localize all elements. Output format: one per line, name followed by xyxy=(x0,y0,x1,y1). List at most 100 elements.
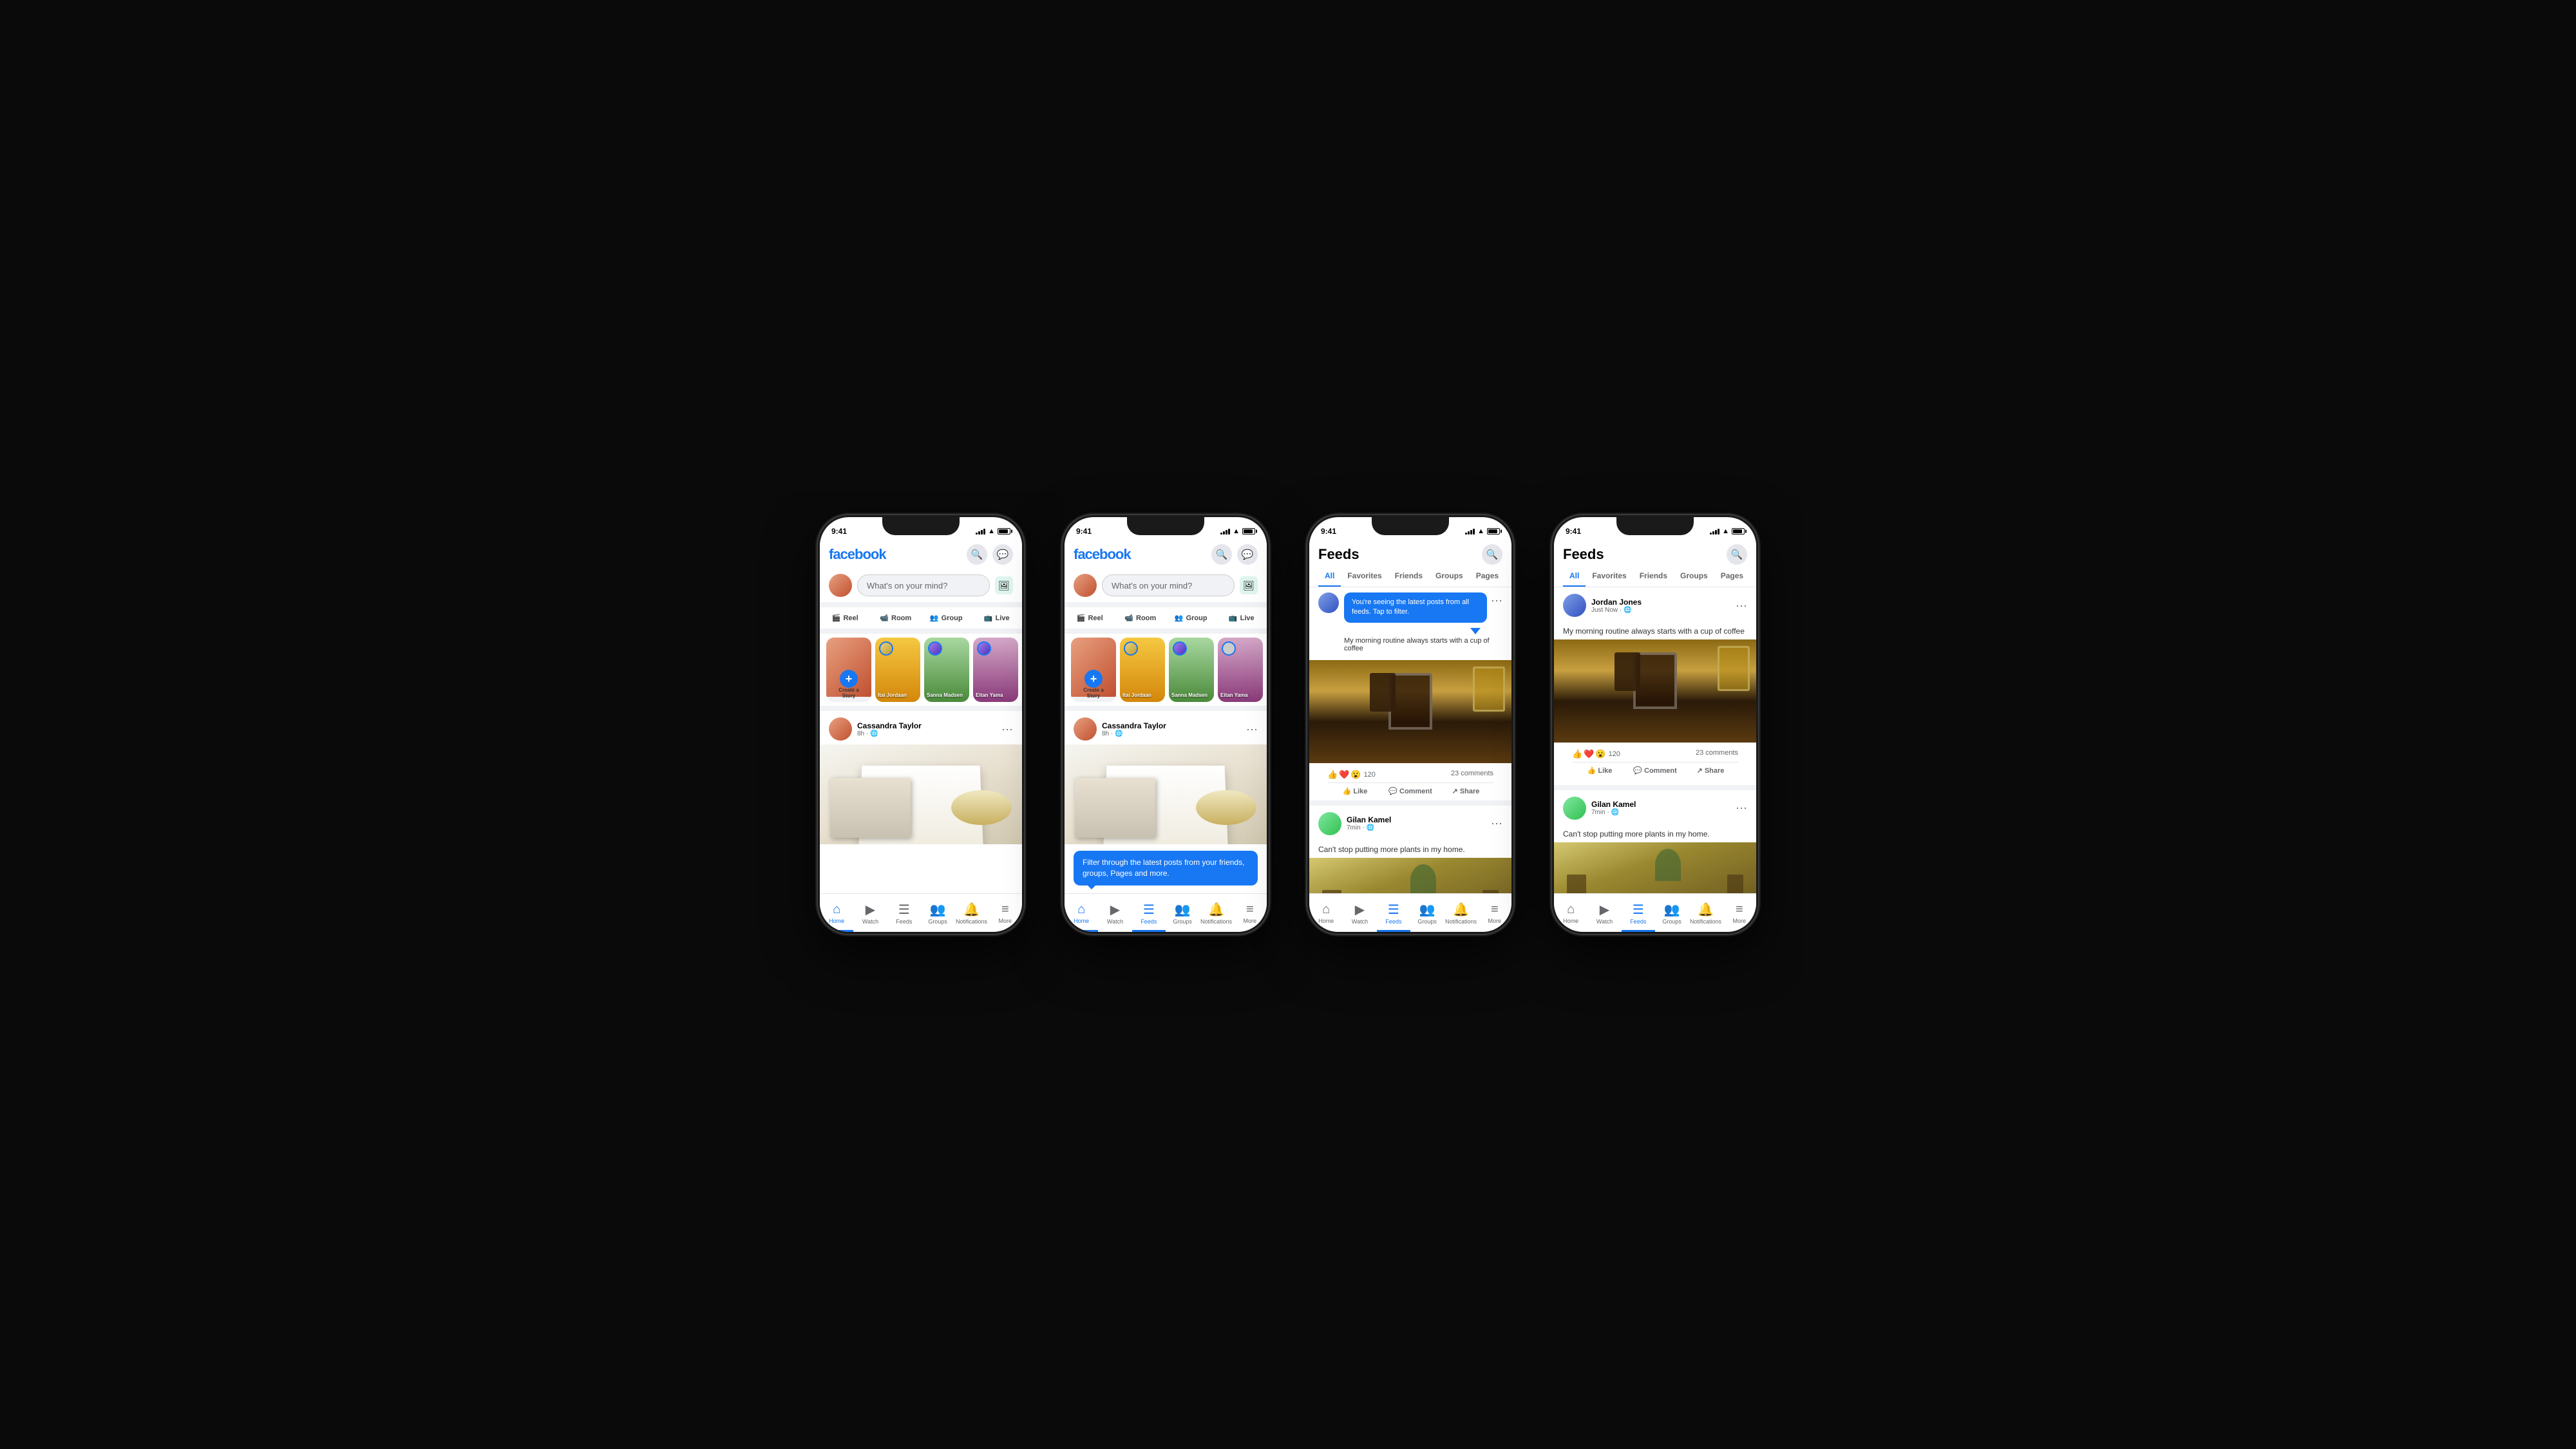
wifi-icon-1: ▲ xyxy=(988,527,995,535)
story-itai-2[interactable]: Itai Jordaan xyxy=(1120,638,1165,702)
photo-button-1[interactable]: 🖼 xyxy=(995,576,1013,594)
nav-more-label-2: More xyxy=(1244,918,1257,924)
story-avatar-sanna-1 xyxy=(928,641,942,656)
watch-icon-2: ▶ xyxy=(1110,902,1120,918)
nav-notifications-1[interactable]: 🔔 Notifications xyxy=(954,894,988,932)
room-btn-2[interactable]: 📹Room xyxy=(1115,610,1166,626)
post-more-gilan-4[interactable]: ··· xyxy=(1736,801,1747,815)
nav-watch-4[interactable]: ▶ Watch xyxy=(1587,894,1621,932)
tab-all-3[interactable]: All xyxy=(1318,569,1341,587)
story-eitan-1[interactable]: Eitan Yama xyxy=(973,638,1018,702)
nav-watch-1[interactable]: ▶ Watch xyxy=(853,894,887,932)
story-avatar-eitan-2 xyxy=(1222,641,1236,656)
post-more-tooltip-3[interactable]: ··· xyxy=(1491,594,1502,607)
story-eitan-2[interactable]: Eitan Yama xyxy=(1218,638,1263,702)
tab-groups-4[interactable]: Groups xyxy=(1674,569,1714,587)
story-sanna-2[interactable]: Sanna Madsen xyxy=(1169,638,1214,702)
post-more-2[interactable]: ··· xyxy=(1246,723,1258,736)
nav-feeds-2[interactable]: ☰ Feeds xyxy=(1132,894,1166,932)
story-avatar-sanna-2 xyxy=(1173,641,1187,656)
nav-groups-4[interactable]: 👥 Groups xyxy=(1655,894,1689,932)
share-btn-3[interactable]: ↗ Share xyxy=(1438,783,1493,799)
feeds-search-4[interactable]: 🔍 xyxy=(1727,544,1747,565)
post-jordan-4: Jordan Jones Just Now · 🌐 ··· My morning… xyxy=(1554,587,1756,780)
battery-4 xyxy=(1732,528,1745,535)
home-icon-1: ⌂ xyxy=(833,902,840,917)
post-more-jordan-4[interactable]: ··· xyxy=(1736,599,1747,612)
create-story-1[interactable]: + Create aStory xyxy=(826,638,871,702)
nav-home-label-2: Home xyxy=(1074,918,1089,924)
tab-pages-4[interactable]: Pages xyxy=(1714,569,1750,587)
reel-btn-1[interactable]: 🎬Reel xyxy=(820,610,871,626)
tab-favorites-3[interactable]: Favorites xyxy=(1341,569,1388,587)
post-time-gilan-3: 7min · 🌐 xyxy=(1347,824,1486,831)
post-input-1[interactable]: What's on your mind? xyxy=(857,574,990,596)
comment-btn-3[interactable]: 💬 Comment xyxy=(1383,783,1438,799)
feeds-header-3: Feeds 🔍 xyxy=(1309,540,1511,565)
tab-groups-3[interactable]: Groups xyxy=(1429,569,1470,587)
nav-more-label-3: More xyxy=(1488,918,1502,924)
post-actions-4: 👍 Like 💬 Comment ↗ Share xyxy=(1572,762,1738,779)
like-btn-4[interactable]: 👍 Like xyxy=(1572,762,1627,779)
nav-groups-3[interactable]: 👥 Groups xyxy=(1410,894,1444,932)
tab-friends-4[interactable]: Friends xyxy=(1633,569,1674,587)
comment-btn-4[interactable]: 💬 Comment xyxy=(1627,762,1683,779)
status-icons-3: ▲ xyxy=(1465,527,1500,535)
groups-icon-3: 👥 xyxy=(1419,902,1435,918)
room-btn-1[interactable]: 📹Room xyxy=(871,610,922,626)
messenger-button-1[interactable]: 💬 xyxy=(992,544,1013,565)
notifications-icon-4: 🔔 xyxy=(1698,902,1714,918)
nav-home-2[interactable]: ⌂ Home xyxy=(1065,894,1098,932)
story-itai-1[interactable]: Itai Jordaan xyxy=(875,638,920,702)
coffee-image-3 xyxy=(1309,660,1511,763)
nav-home-label-3: Home xyxy=(1318,918,1334,924)
nav-more-3[interactable]: ≡ More xyxy=(1478,894,1511,932)
search-button-1[interactable]: 🔍 xyxy=(967,544,987,565)
messenger-button-2[interactable]: 💬 xyxy=(1237,544,1258,565)
nav-feeds-label-3: Feeds xyxy=(1385,918,1401,925)
nav-watch-label-2: Watch xyxy=(1107,918,1123,925)
live-btn-2[interactable]: 📺Live xyxy=(1217,610,1267,626)
nav-watch-3[interactable]: ▶ Watch xyxy=(1343,894,1376,932)
feeds-search-3[interactable]: 🔍 xyxy=(1482,544,1502,565)
photo-button-2[interactable]: 🖼 xyxy=(1240,576,1258,594)
nav-more-1[interactable]: ≡ More xyxy=(989,894,1022,932)
group-btn-2[interactable]: 👥Group xyxy=(1166,610,1217,626)
nav-watch-2[interactable]: ▶ Watch xyxy=(1098,894,1132,932)
watch-icon-4: ▶ xyxy=(1600,902,1609,918)
nav-more-2[interactable]: ≡ More xyxy=(1233,894,1267,932)
nav-notifications-4[interactable]: 🔔 Notifications xyxy=(1689,894,1722,932)
nav-notifications-2[interactable]: 🔔 Notifications xyxy=(1199,894,1233,932)
like-btn-3[interactable]: 👍 Like xyxy=(1327,783,1383,799)
tab-favorites-4[interactable]: Favorites xyxy=(1586,569,1633,587)
post-card-2: Cassandra Taylor 8h · 🌐 ··· xyxy=(1065,711,1267,844)
tab-pages-3[interactable]: Pages xyxy=(1470,569,1505,587)
tab-all-4[interactable]: All xyxy=(1563,569,1586,587)
nav-home-3[interactable]: ⌂ Home xyxy=(1309,894,1343,932)
post-more-gilan-3[interactable]: ··· xyxy=(1491,817,1502,830)
tab-friends-3[interactable]: Friends xyxy=(1388,569,1429,587)
nav-notifications-3[interactable]: 🔔 Notifications xyxy=(1444,894,1477,932)
notch-2 xyxy=(1127,517,1204,535)
nav-feeds-3[interactable]: ☰ Feeds xyxy=(1377,894,1410,932)
post-author-1: Cassandra Taylor xyxy=(857,721,996,730)
share-btn-4[interactable]: ↗ Share xyxy=(1683,762,1738,779)
nav-more-4[interactable]: ≡ More xyxy=(1723,894,1756,932)
post-input-2[interactable]: What's on your mind? xyxy=(1102,574,1235,596)
feeds-tabs-4: All Favorites Friends Groups Pages xyxy=(1554,565,1756,587)
nav-feeds-4[interactable]: ☰ Feeds xyxy=(1622,894,1655,932)
create-story-2[interactable]: + Create aStory xyxy=(1071,638,1116,702)
post-more-1[interactable]: ··· xyxy=(1001,723,1013,736)
post-gilan-4: Gilan Kamel 7min · 🌐 ··· Can't stop putt… xyxy=(1554,790,1756,893)
nav-feeds-1[interactable]: ☰ Feeds xyxy=(887,894,921,932)
reel-btn-2[interactable]: 🎬Reel xyxy=(1065,610,1115,626)
group-btn-1[interactable]: 👥Group xyxy=(921,610,972,626)
nav-home-4[interactable]: ⌂ Home xyxy=(1554,894,1587,932)
nav-home-1[interactable]: ⌂ Home xyxy=(820,894,853,932)
nav-groups-2[interactable]: 👥 Groups xyxy=(1166,894,1199,932)
post-avatar-gilan-3 xyxy=(1318,812,1341,835)
story-sanna-1[interactable]: Sanna Madsen xyxy=(924,638,969,702)
live-btn-1[interactable]: 📺Live xyxy=(972,610,1023,626)
search-button-2[interactable]: 🔍 xyxy=(1211,544,1232,565)
nav-groups-1[interactable]: 👥 Groups xyxy=(921,894,954,932)
